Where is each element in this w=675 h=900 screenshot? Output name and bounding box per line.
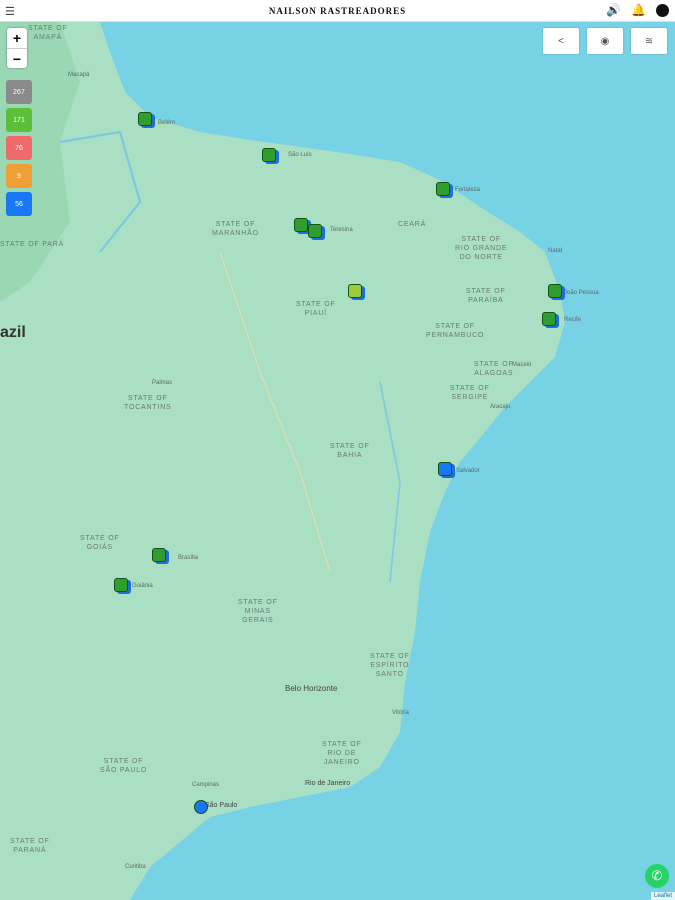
city-label: São Paulo xyxy=(205,802,238,809)
state-label: STATE OF PARANÁ xyxy=(10,838,50,854)
vehicle-marker[interactable] xyxy=(548,284,562,298)
whatsapp-icon: ✆ xyxy=(651,868,663,883)
state-label: STATE OF SERGIPE xyxy=(450,385,490,401)
state-label: STATE OF PERNAMBUCO xyxy=(426,323,485,339)
zoom-in-button[interactable]: + xyxy=(7,28,27,48)
city-label: Vitória xyxy=(392,710,409,716)
vehicle-marker[interactable] xyxy=(436,182,450,196)
state-label: STATE OF RIO GRANDE DO NORTE xyxy=(455,236,508,261)
state-label: STATE OF PIAUÍ xyxy=(296,301,336,317)
layers-button[interactable]: ≋ xyxy=(631,28,667,54)
state-label: STATE OF AMAPÁ xyxy=(28,25,68,41)
vehicle-marker[interactable] xyxy=(294,218,308,232)
country-label: azil xyxy=(0,324,26,341)
state-label: STATE OF GOIÁS xyxy=(80,535,120,551)
share-button[interactable]: < xyxy=(543,28,579,54)
vehicle-marker[interactable] xyxy=(152,548,166,562)
city-label: Recife xyxy=(564,317,582,323)
city-label: Palmas xyxy=(152,380,173,386)
city-label: Maceió xyxy=(512,362,532,368)
app-title: NAILSON RASTREADORES xyxy=(268,5,407,16)
city-label: Fortaleza xyxy=(455,187,481,193)
vehicle-marker[interactable] xyxy=(438,462,452,476)
state-label: STATE OF RIO DE JANEIRO xyxy=(322,741,362,766)
city-label: Natal xyxy=(548,248,563,254)
leaflet-attribution[interactable]: Leaflet xyxy=(650,892,675,900)
vehicle-marker[interactable] xyxy=(348,284,362,298)
vehicle-marker[interactable] xyxy=(262,148,276,162)
visibility-button[interactable]: ◉ xyxy=(587,28,623,54)
state-label: STATE OF BAHIA xyxy=(330,443,370,459)
count-online[interactable]: 171 xyxy=(6,108,32,132)
whatsapp-button[interactable]: ✆ xyxy=(645,864,669,888)
city-label: Macapá xyxy=(68,72,90,78)
bell-icon[interactable]: 🔔 xyxy=(631,3,646,17)
zoom-out-button[interactable]: − xyxy=(7,48,27,68)
map-toolbar: < ◉ ≋ xyxy=(543,28,667,54)
city-label: Goiânia xyxy=(132,583,153,589)
city-label: São Luís xyxy=(288,152,312,158)
hamburger-icon[interactable]: ☰ xyxy=(5,5,15,18)
status-counters: 267 171 76 9 56 xyxy=(6,80,32,216)
speaker-icon[interactable]: 🔊 xyxy=(606,3,621,17)
city-label: Curitiba xyxy=(125,864,146,870)
share-icon: < xyxy=(558,35,564,47)
state-label: STATE OF TOCANTINS xyxy=(124,395,172,411)
map[interactable]: STATE OF AMAPÁ STATE OF MARANHÃO CEARÁ S… xyxy=(0,22,675,900)
eye-icon: ◉ xyxy=(600,35,610,47)
layers-icon: ≋ xyxy=(644,35,654,47)
count-offline[interactable]: 76 xyxy=(6,136,32,160)
user-icon[interactable] xyxy=(656,3,669,17)
city-label: Campinas xyxy=(192,782,220,788)
city-label: Teresina xyxy=(330,227,353,233)
count-other[interactable]: 56 xyxy=(6,192,32,216)
city-label: Belém xyxy=(158,120,176,126)
city-label: Rio de Janeiro xyxy=(305,780,351,787)
state-label: STATE OF ALAGOAS xyxy=(474,361,514,377)
city-label: Brasília xyxy=(178,555,199,561)
count-warning[interactable]: 9 xyxy=(6,164,32,188)
state-label: STATE OF MINAS GERAIS xyxy=(238,599,278,624)
vehicle-marker[interactable] xyxy=(308,224,322,238)
state-label: STATE OF MARANHÃO xyxy=(212,221,259,237)
vehicle-marker[interactable] xyxy=(138,112,152,126)
state-label: CEARÁ xyxy=(398,221,427,228)
state-label: STATE OF SÃO PAULO xyxy=(100,758,148,774)
city-label: Salvador xyxy=(456,468,480,474)
vehicle-marker[interactable] xyxy=(194,800,208,814)
vehicle-marker[interactable] xyxy=(114,578,128,592)
city-label: João Pessoa xyxy=(564,290,599,296)
count-all[interactable]: 267 xyxy=(6,80,32,104)
app-header: ☰ NAILSON RASTREADORES 🔊 🔔 xyxy=(0,0,675,22)
state-label: STATE OF ESPÍRITO SANTO xyxy=(370,653,410,678)
city-label: Aracaju xyxy=(490,404,511,410)
zoom-control: + − xyxy=(7,28,27,68)
state-label: STATE OF PARAÍBA xyxy=(466,288,506,304)
city-label: Belo Horizonte xyxy=(285,684,338,693)
state-label: STATE OF PARÁ xyxy=(0,241,65,248)
vehicle-marker[interactable] xyxy=(542,312,556,326)
